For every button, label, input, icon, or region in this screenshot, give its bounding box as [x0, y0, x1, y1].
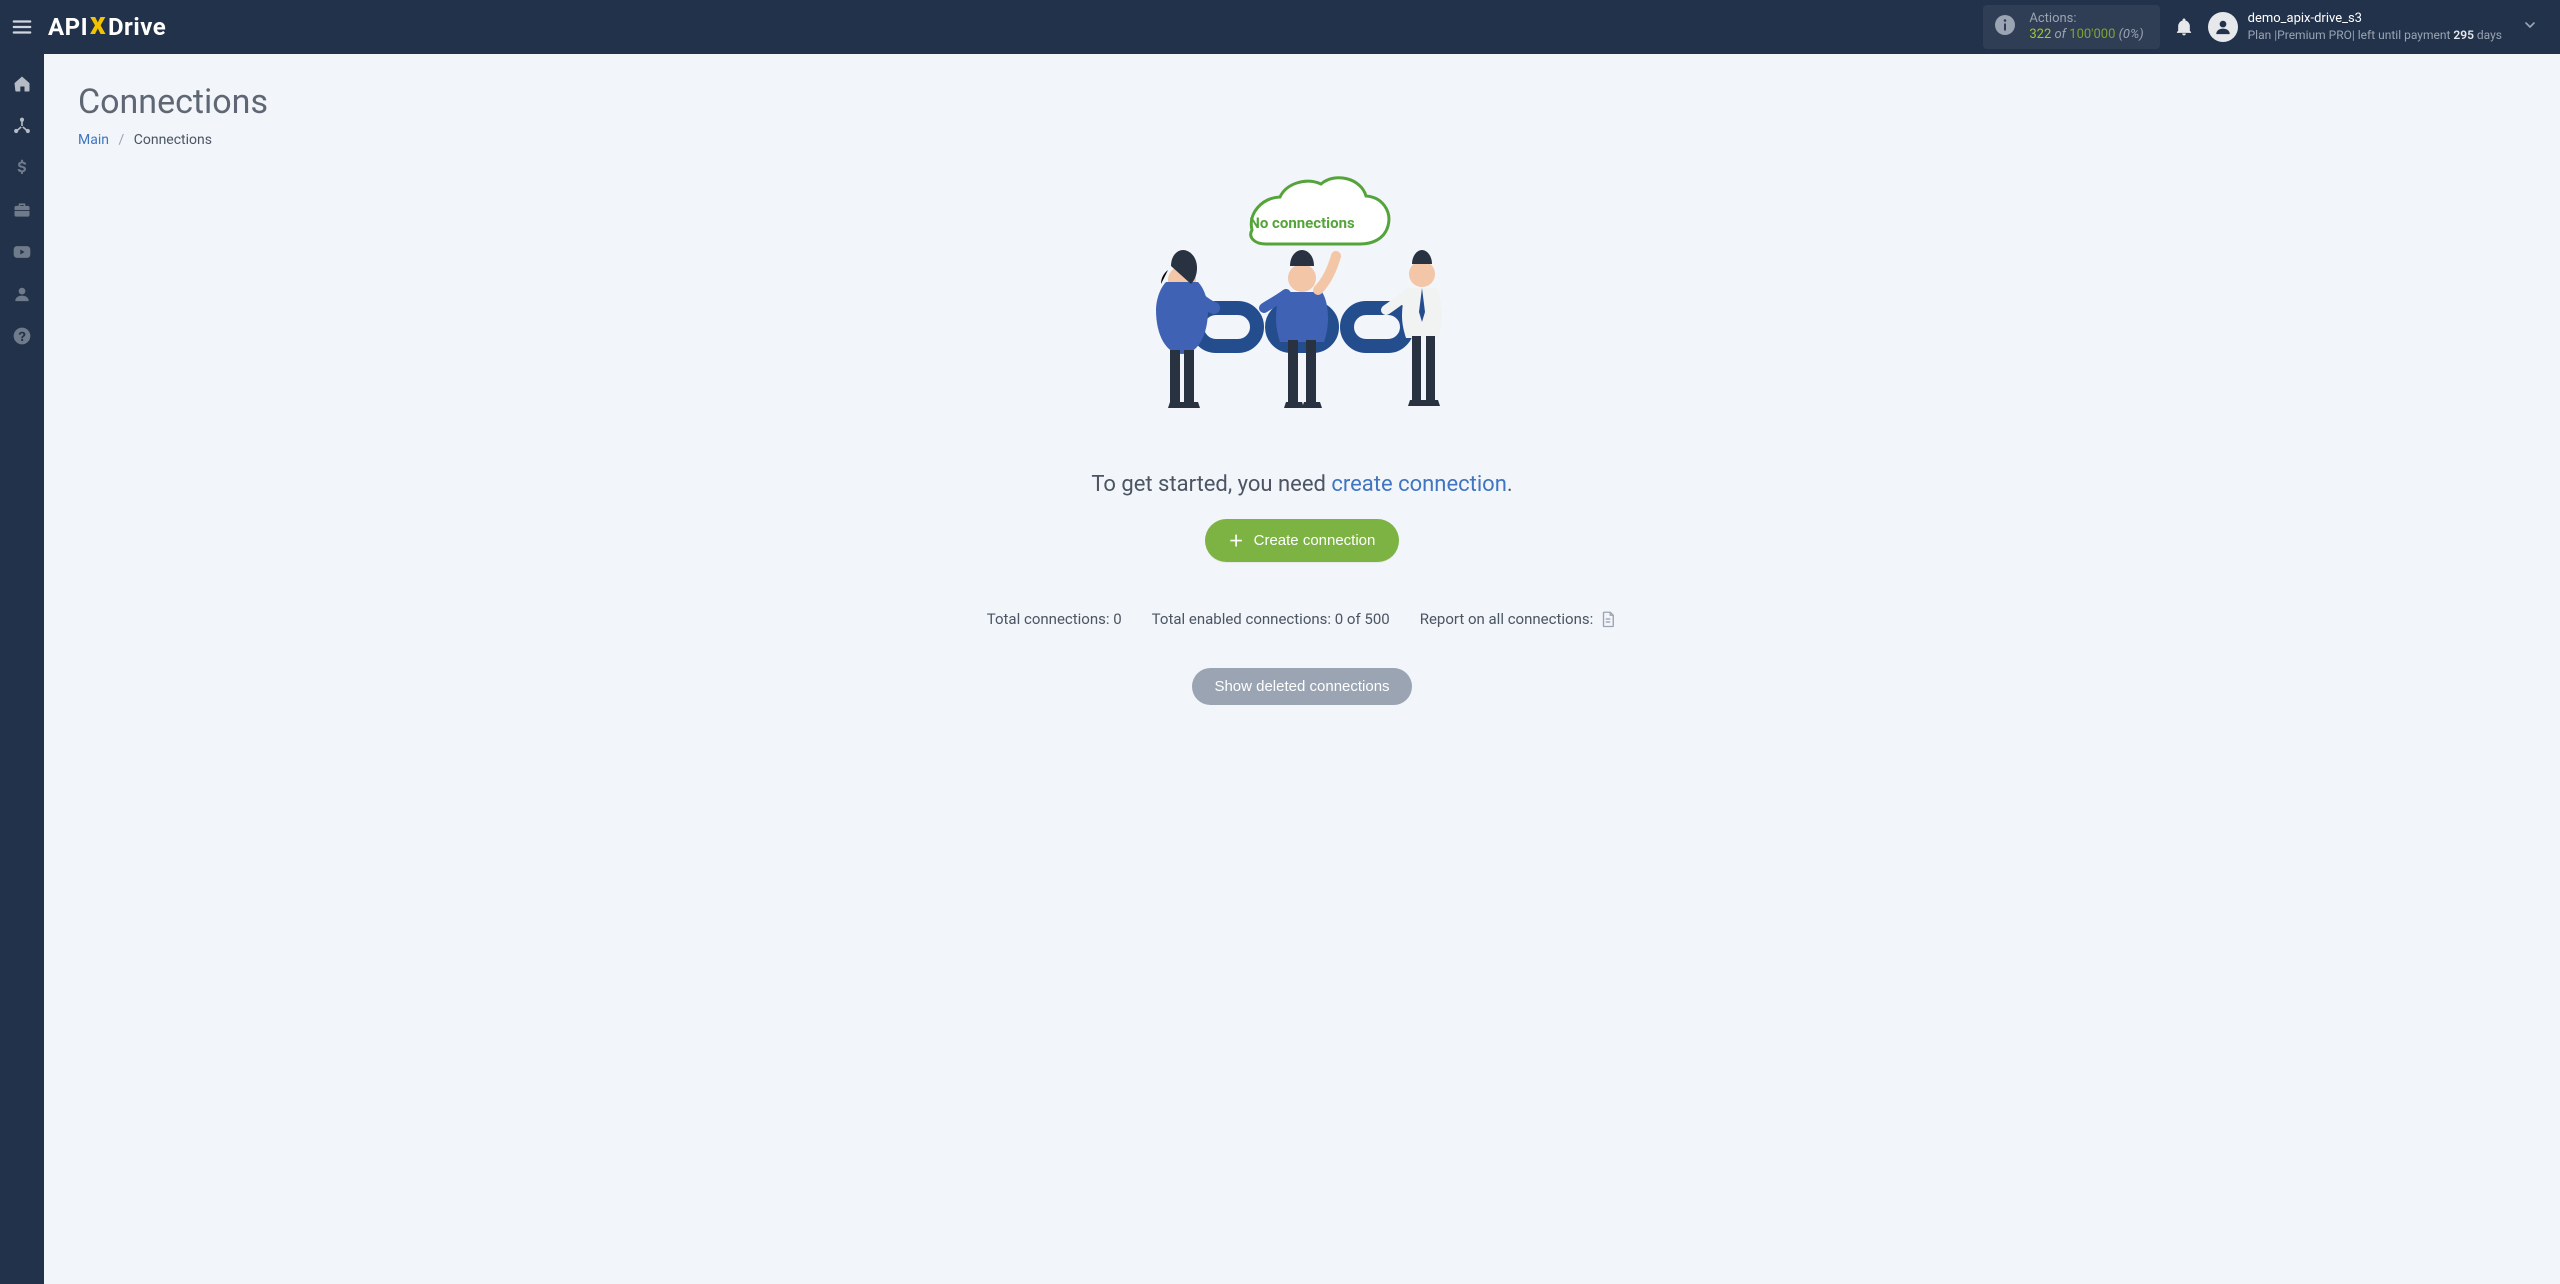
breadcrumb-current: Connections	[134, 132, 212, 148]
report-all-connections[interactable]: Report on all connections:	[1420, 610, 1618, 628]
topbar: APIXDrive Actions: 322 of 100'000 (0%) d…	[0, 0, 2560, 54]
user-menu[interactable]: demo_apix-drive_s3 Plan |Premium PRO| le…	[2208, 11, 2502, 42]
create-connection-label: Create connection	[1254, 532, 1376, 549]
user-name: demo_apix-drive_s3	[2248, 11, 2502, 27]
actions-usage-box[interactable]: Actions: 322 of 100'000 (0%)	[1983, 5, 2159, 48]
report-label: Report on all connections:	[1420, 610, 1594, 628]
breadcrumb-sep: /	[118, 132, 124, 148]
empty-state: No connections	[852, 170, 1752, 705]
cloud-label: No connections	[1249, 214, 1355, 232]
actions-usage-text: Actions: 322 of 100'000 (0%)	[2029, 11, 2143, 42]
sidebar	[0, 54, 44, 1284]
user-menu-caret[interactable]	[2522, 17, 2538, 37]
actions-percent: (0%)	[2115, 27, 2143, 42]
page-title: Connections	[78, 82, 2526, 122]
brand-logo[interactable]: APIXDrive	[48, 13, 166, 41]
create-connection-button[interactable]: ＋ Create connection	[1205, 519, 1400, 562]
avatar-icon	[2208, 12, 2238, 42]
menu-toggle[interactable]	[2, 0, 42, 54]
plan-name: Premium PRO	[2277, 28, 2352, 42]
notifications-button[interactable]	[2174, 17, 2194, 37]
topbar-right: Actions: 322 of 100'000 (0%) demo_apix-d…	[1983, 5, 2558, 48]
lead-text: To get started, you need create connecti…	[852, 472, 1752, 497]
total-connections-value: 0	[1113, 610, 1121, 628]
total-connections-label: Total connections:	[987, 610, 1113, 628]
document-icon	[1599, 610, 1617, 628]
show-deleted-connections-button[interactable]: Show deleted connections	[1192, 668, 1411, 705]
lead-prefix: To get started, you need	[1091, 472, 1331, 497]
stats-row: Total connections: 0 Total enabled conne…	[852, 610, 1752, 628]
main-content: Connections Main / Connections No connec…	[44, 54, 2560, 1284]
actions-current: 322	[2029, 27, 2051, 42]
plan-sep: | left until payment	[2352, 28, 2454, 42]
user-plan: Plan |Premium PRO| left until payment 29…	[2248, 28, 2502, 43]
enabled-connections: Total enabled connections: 0 of 500	[1152, 610, 1390, 628]
create-connection-link[interactable]: create connection	[1331, 472, 1507, 497]
actions-numbers: 322 of 100'000 (0%)	[2029, 27, 2143, 43]
sidebar-item-account[interactable]	[0, 274, 44, 314]
sidebar-item-help[interactable]	[0, 316, 44, 356]
enabled-connections-label: Total enabled connections:	[1152, 610, 1335, 628]
total-connections: Total connections: 0	[987, 610, 1122, 628]
info-icon	[1993, 13, 2017, 41]
brand-x: X	[90, 12, 106, 40]
plan-prefix: Plan |	[2248, 28, 2278, 42]
brand-suffix: Drive	[108, 13, 166, 41]
sidebar-item-billing[interactable]	[0, 148, 44, 188]
enabled-connections-value: 0 of 500	[1335, 610, 1390, 628]
no-connections-illustration: No connections	[1122, 170, 1482, 450]
sidebar-item-home[interactable]	[0, 64, 44, 104]
plus-icon: ＋	[1229, 530, 1244, 551]
lead-tail: .	[1507, 472, 1513, 497]
illustration-wrap: No connections	[852, 170, 1752, 450]
plan-days: 295	[2453, 28, 2474, 42]
user-lines: demo_apix-drive_s3 Plan |Premium PRO| le…	[2248, 11, 2502, 42]
breadcrumb-main[interactable]: Main	[78, 132, 109, 148]
sidebar-item-briefcase[interactable]	[0, 190, 44, 230]
plan-suffix: days	[2474, 28, 2502, 42]
breadcrumb: Main / Connections	[78, 132, 2526, 148]
actions-label: Actions:	[2029, 11, 2143, 27]
actions-max: 100'000	[2069, 27, 2115, 42]
show-deleted-label: Show deleted connections	[1214, 678, 1389, 695]
actions-of: of	[2051, 27, 2069, 42]
sidebar-item-connections[interactable]	[0, 106, 44, 146]
brand-prefix: API	[48, 13, 88, 41]
sidebar-item-videos[interactable]	[0, 232, 44, 272]
